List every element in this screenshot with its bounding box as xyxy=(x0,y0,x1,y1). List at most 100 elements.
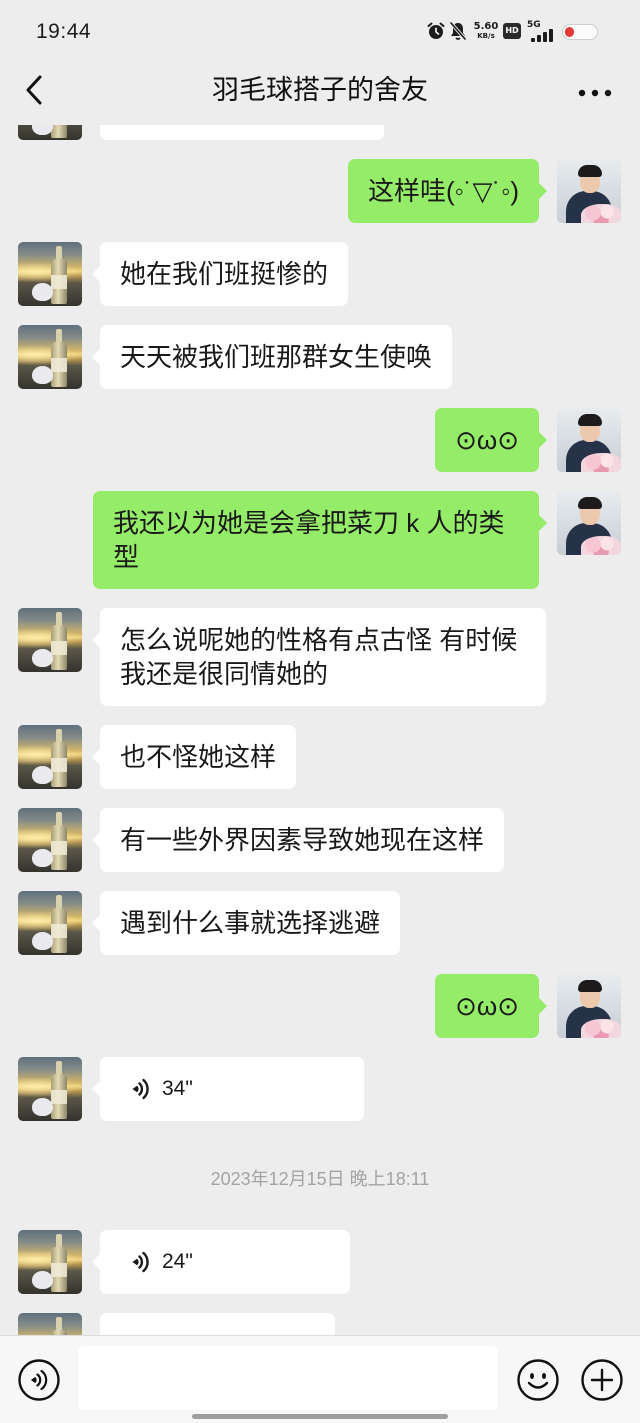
avatar-hair xyxy=(578,414,602,426)
avatar-plush xyxy=(32,1271,53,1289)
message-row: 34" xyxy=(0,1057,640,1121)
message-bubble[interactable]: 这样哇(◦˙▽˙◦) xyxy=(347,159,548,223)
message-row: 也不怪她这样 xyxy=(0,725,640,789)
voice-message-icon xyxy=(132,1251,149,1273)
message-bubble[interactable]: 遇到什么事就选择逃避 xyxy=(91,891,401,955)
message-text: 她在我们班挺惨的 xyxy=(120,259,329,289)
avatar-bottle-label xyxy=(51,924,67,938)
avatar-flowers xyxy=(581,1019,621,1038)
message-row: 24" xyxy=(0,1230,640,1294)
avatar-plush xyxy=(32,366,53,384)
avatar-plush xyxy=(32,1098,53,1116)
avatar-bottle-label xyxy=(51,358,67,372)
message-input[interactable] xyxy=(78,1346,498,1410)
avatar[interactable] xyxy=(18,325,82,389)
avatar-glow xyxy=(18,1077,82,1097)
message-row: ⊙ω⊙ xyxy=(0,974,640,1038)
avatar-plush xyxy=(32,283,53,301)
avatar-glow xyxy=(18,345,82,365)
message-bubble[interactable]: 天天被我们班那群女生使唤 xyxy=(91,325,453,389)
avatar-plush xyxy=(32,849,53,867)
avatar[interactable] xyxy=(18,725,82,789)
plus-icon[interactable] xyxy=(580,1358,624,1402)
message-bubble[interactable]: 也不怪她这样 xyxy=(91,725,297,789)
message-row: 这样哇(◦˙▽˙◦) xyxy=(0,159,640,223)
avatar-bottle xyxy=(51,125,67,138)
avatar[interactable] xyxy=(18,242,82,306)
message-list[interactable]: 这样哇(◦˙▽˙◦) 她在我们班挺惨的 天天被我们班那群女生使唤 ⊙ω⊙ 我还以… xyxy=(0,125,640,1335)
message-bubble[interactable]: ⊙ω⊙ xyxy=(435,408,547,472)
message-bubble[interactable]: 有一些外界因素导致她现在这样 xyxy=(91,808,505,872)
avatar-bottle-label xyxy=(51,1263,67,1277)
avatar[interactable] xyxy=(18,1230,82,1294)
status-time: 19:44 xyxy=(36,20,92,43)
avatar[interactable] xyxy=(557,491,621,555)
hd-badge: HD xyxy=(503,23,521,39)
voice-message-bubble[interactable]: 24" xyxy=(92,1230,350,1294)
time-divider: 2023年12月15日 晚上18:11 xyxy=(210,1169,430,1189)
voice-message-bubble[interactable]: 34" xyxy=(92,1057,364,1121)
voice-duration: 24" xyxy=(162,1250,193,1273)
message-text: 遇到什么事就选择逃避 xyxy=(120,908,381,938)
message-text: 也不怪她这样 xyxy=(120,742,277,772)
voice-input-icon[interactable] xyxy=(17,1358,61,1402)
message-text: 有一些外界因素导致她现在这样 xyxy=(120,825,485,855)
message-row: 怎么说呢她的性格有点古怪 有时候我还是很同情她的 xyxy=(0,608,640,706)
message-row: ⊙ω⊙ xyxy=(0,408,640,472)
avatar-bottle-label xyxy=(51,641,67,655)
input-bar xyxy=(0,1335,640,1423)
avatar-glow xyxy=(18,911,82,931)
emoji-icon[interactable] xyxy=(516,1358,560,1402)
message-list-content: 这样哇(◦˙▽˙◦) 她在我们班挺惨的 天天被我们班那群女生使唤 ⊙ω⊙ 我还以… xyxy=(0,125,640,1335)
message-bubble[interactable] xyxy=(100,125,384,140)
message-bubble[interactable]: 我还以为她是会拿把菜刀 k 人的类型 xyxy=(93,491,547,589)
avatar-bottle-label xyxy=(51,1090,67,1104)
avatar-flowers xyxy=(581,204,621,223)
message-row: 她在我们班挺惨的 xyxy=(0,242,640,306)
avatar[interactable] xyxy=(18,1057,82,1121)
avatar-hair xyxy=(578,497,602,509)
chat-screen: 19:44 5.60 KB/s HD 5G 羽毛球搭子的舍友 这样哇(◦˙▽˙◦… xyxy=(0,0,640,1423)
message-bubble[interactable]: ⊙ω⊙ xyxy=(435,974,547,1038)
chevron-left-icon[interactable] xyxy=(20,73,50,107)
signal-icon: 5G xyxy=(527,20,555,44)
avatar-hair xyxy=(578,980,602,992)
avatar-glow xyxy=(18,1250,82,1270)
more-icon[interactable] xyxy=(578,85,612,97)
message-row: 遇到什么事就选择逃避 xyxy=(0,891,640,955)
avatar-glow xyxy=(18,745,82,765)
chat-title: 羽毛球搭子的舍友 xyxy=(212,75,428,105)
avatar-glow xyxy=(18,262,82,282)
avatar[interactable] xyxy=(18,808,82,872)
avatar[interactable] xyxy=(557,408,621,472)
avatar[interactable] xyxy=(557,974,621,1038)
message-row: 我还以为她是会拿把菜刀 k 人的类型 xyxy=(0,491,640,589)
message-text: 天天被我们班那群女生使唤 xyxy=(120,342,433,372)
message-row: 天天被我们班那群女生使唤 xyxy=(0,325,640,389)
avatar-bottle-label xyxy=(51,758,67,772)
home-indicator[interactable] xyxy=(192,1414,448,1419)
avatar-bottle-label xyxy=(51,841,67,855)
avatar[interactable] xyxy=(18,891,82,955)
chat-header: 羽毛球搭子的舍友 xyxy=(0,56,640,124)
network-speed-value: 5.60 xyxy=(473,21,499,32)
avatar[interactable] xyxy=(18,608,82,672)
avatar[interactable] xyxy=(557,159,621,223)
battery-icon xyxy=(562,24,598,40)
message-text: 怎么说呢她的性格有点古怪 有时候我还是很同情她的 xyxy=(120,625,518,689)
message-text: 这样哇(◦˙▽˙◦) xyxy=(367,176,519,206)
avatar[interactable] xyxy=(18,125,82,140)
message-bubble[interactable]: 怎么说呢她的性格有点古怪 有时候我还是很同情她的 xyxy=(92,608,546,706)
message-row xyxy=(0,1313,640,1335)
avatar-plush xyxy=(32,766,53,784)
message-text: ⊙ω⊙ xyxy=(455,425,519,455)
avatar-plush xyxy=(32,649,53,667)
message-bubble[interactable]: 她在我们班挺惨的 xyxy=(91,242,349,306)
alarm-icon xyxy=(426,21,446,41)
avatar-plush xyxy=(32,125,53,135)
signal-bars xyxy=(531,29,553,42)
avatar[interactable] xyxy=(18,1313,82,1335)
avatar-glow xyxy=(18,828,82,848)
message-bubble[interactable] xyxy=(100,1313,335,1335)
battery-level xyxy=(565,27,574,37)
